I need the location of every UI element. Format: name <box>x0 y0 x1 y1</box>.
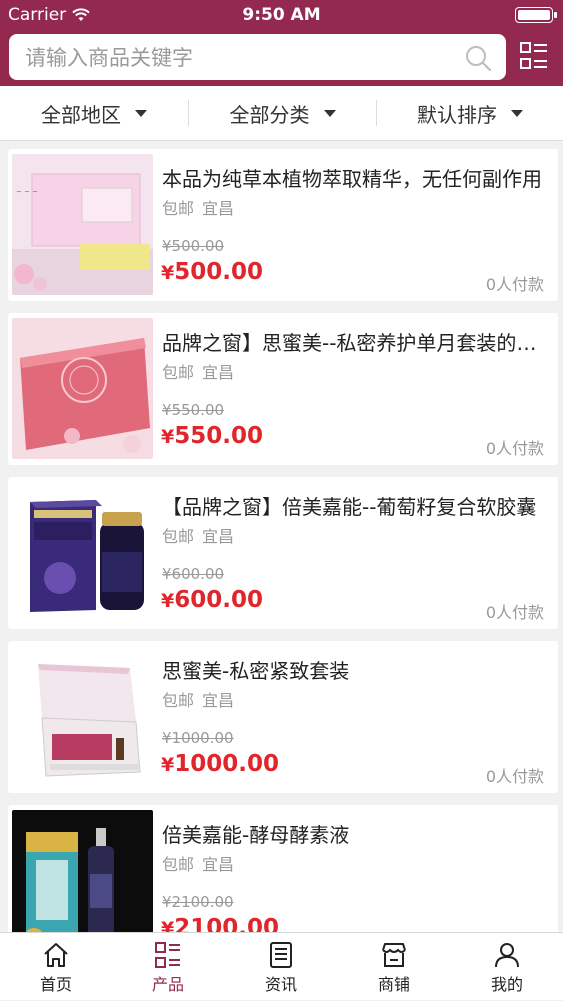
header <box>0 30 563 86</box>
product-title: 【品牌之窗】倍美嘉能--葡萄籽复合软胶囊 <box>162 495 537 519</box>
product-title: 品牌之窗】思蜜美--私密养护单月套装的产品 <box>162 331 550 355</box>
category-filter[interactable]: 全部分类 <box>189 86 376 140</box>
product-title: 思蜜美-私密紧致套装 <box>162 659 350 683</box>
original-price: ¥2100.00 <box>162 893 234 911</box>
tab-label: 首页 <box>39 975 72 994</box>
status-time: 9:50 AM <box>242 5 321 25</box>
tab-label: 资讯 <box>264 975 297 994</box>
tab-label: 商铺 <box>377 975 410 994</box>
tab-profile[interactable]: 我的 <box>451 933 563 1001</box>
price-value: 600.00 <box>174 587 263 613</box>
search-input[interactable] <box>23 34 457 82</box>
product-title: 本品为纯草本植物萃取精华，无任何副作用 <box>162 167 542 191</box>
location-label: 宜昌 <box>202 691 235 710</box>
sort-filter-label: 默认排序 <box>417 102 497 127</box>
currency-symbol: ¥ <box>161 754 175 776</box>
user-icon <box>495 943 519 968</box>
status-bar: Carrier 9:50 AM <box>0 0 563 30</box>
product-image <box>12 318 153 459</box>
currency-symbol: ¥ <box>161 262 175 284</box>
product-card[interactable]: 思蜜美-私密紧致套装 包邮 宜昌 ¥1000.00 ¥1000.00 0人付款 <box>8 641 558 793</box>
product-meta: 包邮 宜昌 <box>162 195 234 219</box>
caret-down-icon <box>511 109 523 117</box>
product-image <box>12 646 153 787</box>
price-value: 550.00 <box>174 423 263 449</box>
tab-news[interactable]: 资讯 <box>225 933 337 1001</box>
home-icon <box>44 943 68 967</box>
shipping-label: 包邮 <box>162 363 195 382</box>
location-label: 宜昌 <box>202 855 235 874</box>
sold-count: 0人付款 <box>485 603 544 622</box>
sort-filter[interactable]: 默认排序 <box>377 86 563 140</box>
product-meta: 包邮 宜昌 <box>162 359 234 383</box>
original-price: ¥550.00 <box>162 401 225 419</box>
product-meta: 包邮 宜昌 <box>162 523 234 547</box>
price-value: 1000.00 <box>174 751 279 777</box>
battery-icon <box>515 7 557 23</box>
search-icon[interactable] <box>464 44 492 72</box>
tab-label: 产品 <box>151 975 184 994</box>
original-price: ¥1000.00 <box>162 729 234 747</box>
shipping-label: 包邮 <box>162 199 195 218</box>
currency-symbol: ¥ <box>161 426 175 448</box>
store-icon <box>382 943 406 967</box>
caret-down-icon <box>323 109 336 117</box>
tab-label: 我的 <box>490 975 523 994</box>
current-price: ¥600.00 <box>161 587 263 613</box>
shipping-label: 包邮 <box>162 691 195 710</box>
list-icon <box>155 942 180 968</box>
search-box[interactable] <box>9 34 506 82</box>
original-price: ¥500.00 <box>162 237 225 255</box>
location-label: 宜昌 <box>202 527 235 546</box>
product-image <box>12 482 153 623</box>
current-price: ¥500.00 <box>161 259 263 285</box>
original-price: ¥600.00 <box>162 565 225 583</box>
category-filter-label: 全部分类 <box>229 102 310 127</box>
region-filter-label: 全部地区 <box>41 102 121 127</box>
product-title: 倍美嘉能-酵母酵素液 <box>162 823 350 847</box>
shipping-label: 包邮 <box>162 527 195 546</box>
product-card[interactable]: 【品牌之窗】倍美嘉能--葡萄籽复合软胶囊 包邮 宜昌 ¥600.00 ¥600.0… <box>8 477 558 629</box>
tab-stores[interactable]: 商铺 <box>338 933 450 1001</box>
shipping-label: 包邮 <box>162 855 195 874</box>
location-label: 宜昌 <box>202 199 235 218</box>
current-price: ¥550.00 <box>161 423 263 449</box>
product-meta: 包邮 宜昌 <box>162 851 234 875</box>
news-icon <box>270 942 292 968</box>
product-meta: 包邮 宜昌 <box>162 687 234 711</box>
region-filter[interactable]: 全部地区 <box>0 86 188 140</box>
current-price: ¥1000.00 <box>161 751 279 777</box>
caret-down-icon <box>135 109 147 117</box>
svg-text:~ ~ ~: ~ ~ ~ <box>16 188 38 196</box>
product-card[interactable]: 品牌之窗】思蜜美--私密养护单月套装的产品 包邮 宜昌 ¥550.00 ¥550.… <box>8 313 558 465</box>
tab-bar: 首页 产品 资讯 商铺 我的 <box>0 932 563 1000</box>
filter-bar: 全部地区 全部分类 默认排序 <box>0 86 563 141</box>
category-menu-icon[interactable] <box>519 41 549 71</box>
price-value: 500.00 <box>174 259 263 285</box>
currency-symbol: ¥ <box>161 590 175 612</box>
tab-products[interactable]: 产品 <box>112 933 224 1001</box>
sold-count: 0人付款 <box>485 275 544 294</box>
sold-count: 0人付款 <box>485 439 544 458</box>
tab-home[interactable]: 首页 <box>0 933 112 1001</box>
product-card[interactable]: ~ ~ ~ 本品为纯草本植物萃取精华，无任何副作用 包邮 宜昌 ¥500.00 ¥… <box>8 149 558 301</box>
location-label: 宜昌 <box>202 363 235 382</box>
product-image <box>12 810 153 951</box>
sold-count: 0人付款 <box>485 767 544 786</box>
product-image: ~ ~ ~ <box>12 154 153 295</box>
